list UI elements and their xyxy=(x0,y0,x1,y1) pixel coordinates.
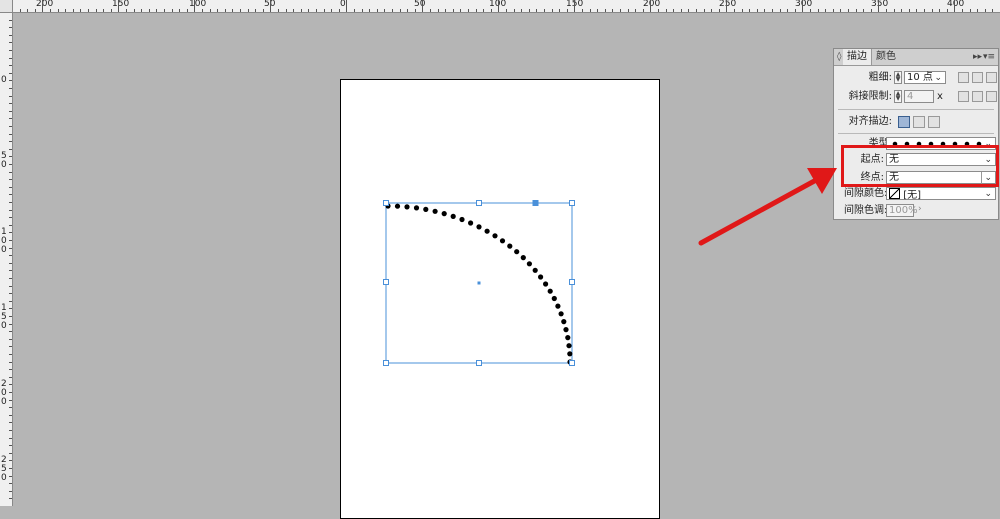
stroke-dot xyxy=(468,220,474,226)
stroke-dot xyxy=(567,351,573,357)
stroke-dot xyxy=(507,243,513,249)
stroke-dot xyxy=(441,211,447,217)
panel-expand-icon[interactable]: ▸▸ xyxy=(973,50,982,64)
chevron-right-icon[interactable]: › xyxy=(918,204,922,214)
stroke-dot xyxy=(543,281,549,287)
weight-value: 10 点 xyxy=(907,72,933,83)
miter-join-icon[interactable] xyxy=(958,91,969,102)
center-point xyxy=(477,281,481,285)
stroke-dot xyxy=(492,233,498,239)
stroke-dot xyxy=(551,295,557,302)
stroke-dot xyxy=(566,343,572,349)
align-center-icon[interactable] xyxy=(898,116,910,128)
path-anchor-point[interactable] xyxy=(532,200,539,206)
panel-tabbar: ◊ 描边 颜色 ▸▸ ▾≡ xyxy=(834,49,998,66)
gap-color-value: [无] xyxy=(903,190,921,201)
align-stroke-label: 对齐描边: xyxy=(848,116,892,127)
round-join-icon[interactable] xyxy=(972,91,983,102)
weight-field[interactable]: 10 点 ⌄ xyxy=(904,71,946,84)
stroke-dot xyxy=(432,208,438,214)
weight-stepper[interactable]: ▲ ▼ xyxy=(894,71,902,84)
stroke-dot xyxy=(532,267,538,273)
stroke-dot xyxy=(459,216,465,223)
stroke-dot xyxy=(565,335,571,341)
stroke-dot xyxy=(561,319,567,325)
bevel-join-icon[interactable] xyxy=(986,91,997,102)
gap-color-dropdown[interactable]: [无] ⌄ xyxy=(886,187,996,201)
stroke-dot xyxy=(558,311,564,317)
stroke-dot xyxy=(499,238,506,244)
stroke-dot xyxy=(526,261,533,267)
miter-unit: x xyxy=(937,91,943,102)
divider xyxy=(838,109,994,110)
stroke-dot xyxy=(547,288,553,294)
ruler-origin[interactable] xyxy=(0,0,13,13)
miter-stepper[interactable]: ▲ ▼ xyxy=(894,90,902,103)
align-inside-icon[interactable] xyxy=(913,116,925,128)
stroke-dot xyxy=(423,206,429,212)
gap-tint-field[interactable]: 100% xyxy=(886,204,918,217)
stroke-dot xyxy=(404,204,410,210)
stroke-dot xyxy=(450,213,456,219)
stroke-dot xyxy=(563,327,569,333)
stroke-panel: ◊ 描边 颜色 ▸▸ ▾≡ 粗细: ▲ ▼ 10 点 ⌄ 斜接限制: ▲ ▼ 4 x… xyxy=(833,48,999,220)
stroke-dot xyxy=(484,228,490,234)
stroke-dot xyxy=(538,274,544,280)
chevron-down-icon[interactable]: ⌄ xyxy=(984,188,992,200)
stroke-dot xyxy=(514,249,520,255)
weight-label: 粗细: xyxy=(868,72,892,83)
stroke-dot xyxy=(520,255,526,261)
align-outside-icon[interactable] xyxy=(928,116,940,128)
none-swatch-icon xyxy=(889,188,900,199)
chevron-down-icon[interactable]: ⌄ xyxy=(934,72,942,84)
stroke-dot xyxy=(394,203,401,209)
panel-menu-icon[interactable]: ▾≡ xyxy=(983,50,995,64)
stroke-dot xyxy=(555,303,561,309)
stroke-dot xyxy=(413,205,420,211)
projecting-cap-icon[interactable] xyxy=(986,72,997,83)
tab-stroke[interactable]: 描边 xyxy=(843,49,872,65)
miter-field[interactable]: 4 xyxy=(904,90,934,103)
stroke-dot xyxy=(476,224,482,230)
tab-color[interactable]: 颜色 xyxy=(872,49,900,65)
round-cap-icon[interactable] xyxy=(972,72,983,83)
gap-color-label: 间隙颜色: xyxy=(844,188,888,199)
gap-tint-label: 间隙色调: xyxy=(844,205,888,216)
panel-collapse-icon[interactable]: ◊ xyxy=(837,50,841,64)
highlight-box xyxy=(841,145,999,187)
divider xyxy=(838,133,994,134)
miter-label: 斜接限制: xyxy=(848,91,892,102)
butt-cap-icon[interactable] xyxy=(958,72,969,83)
